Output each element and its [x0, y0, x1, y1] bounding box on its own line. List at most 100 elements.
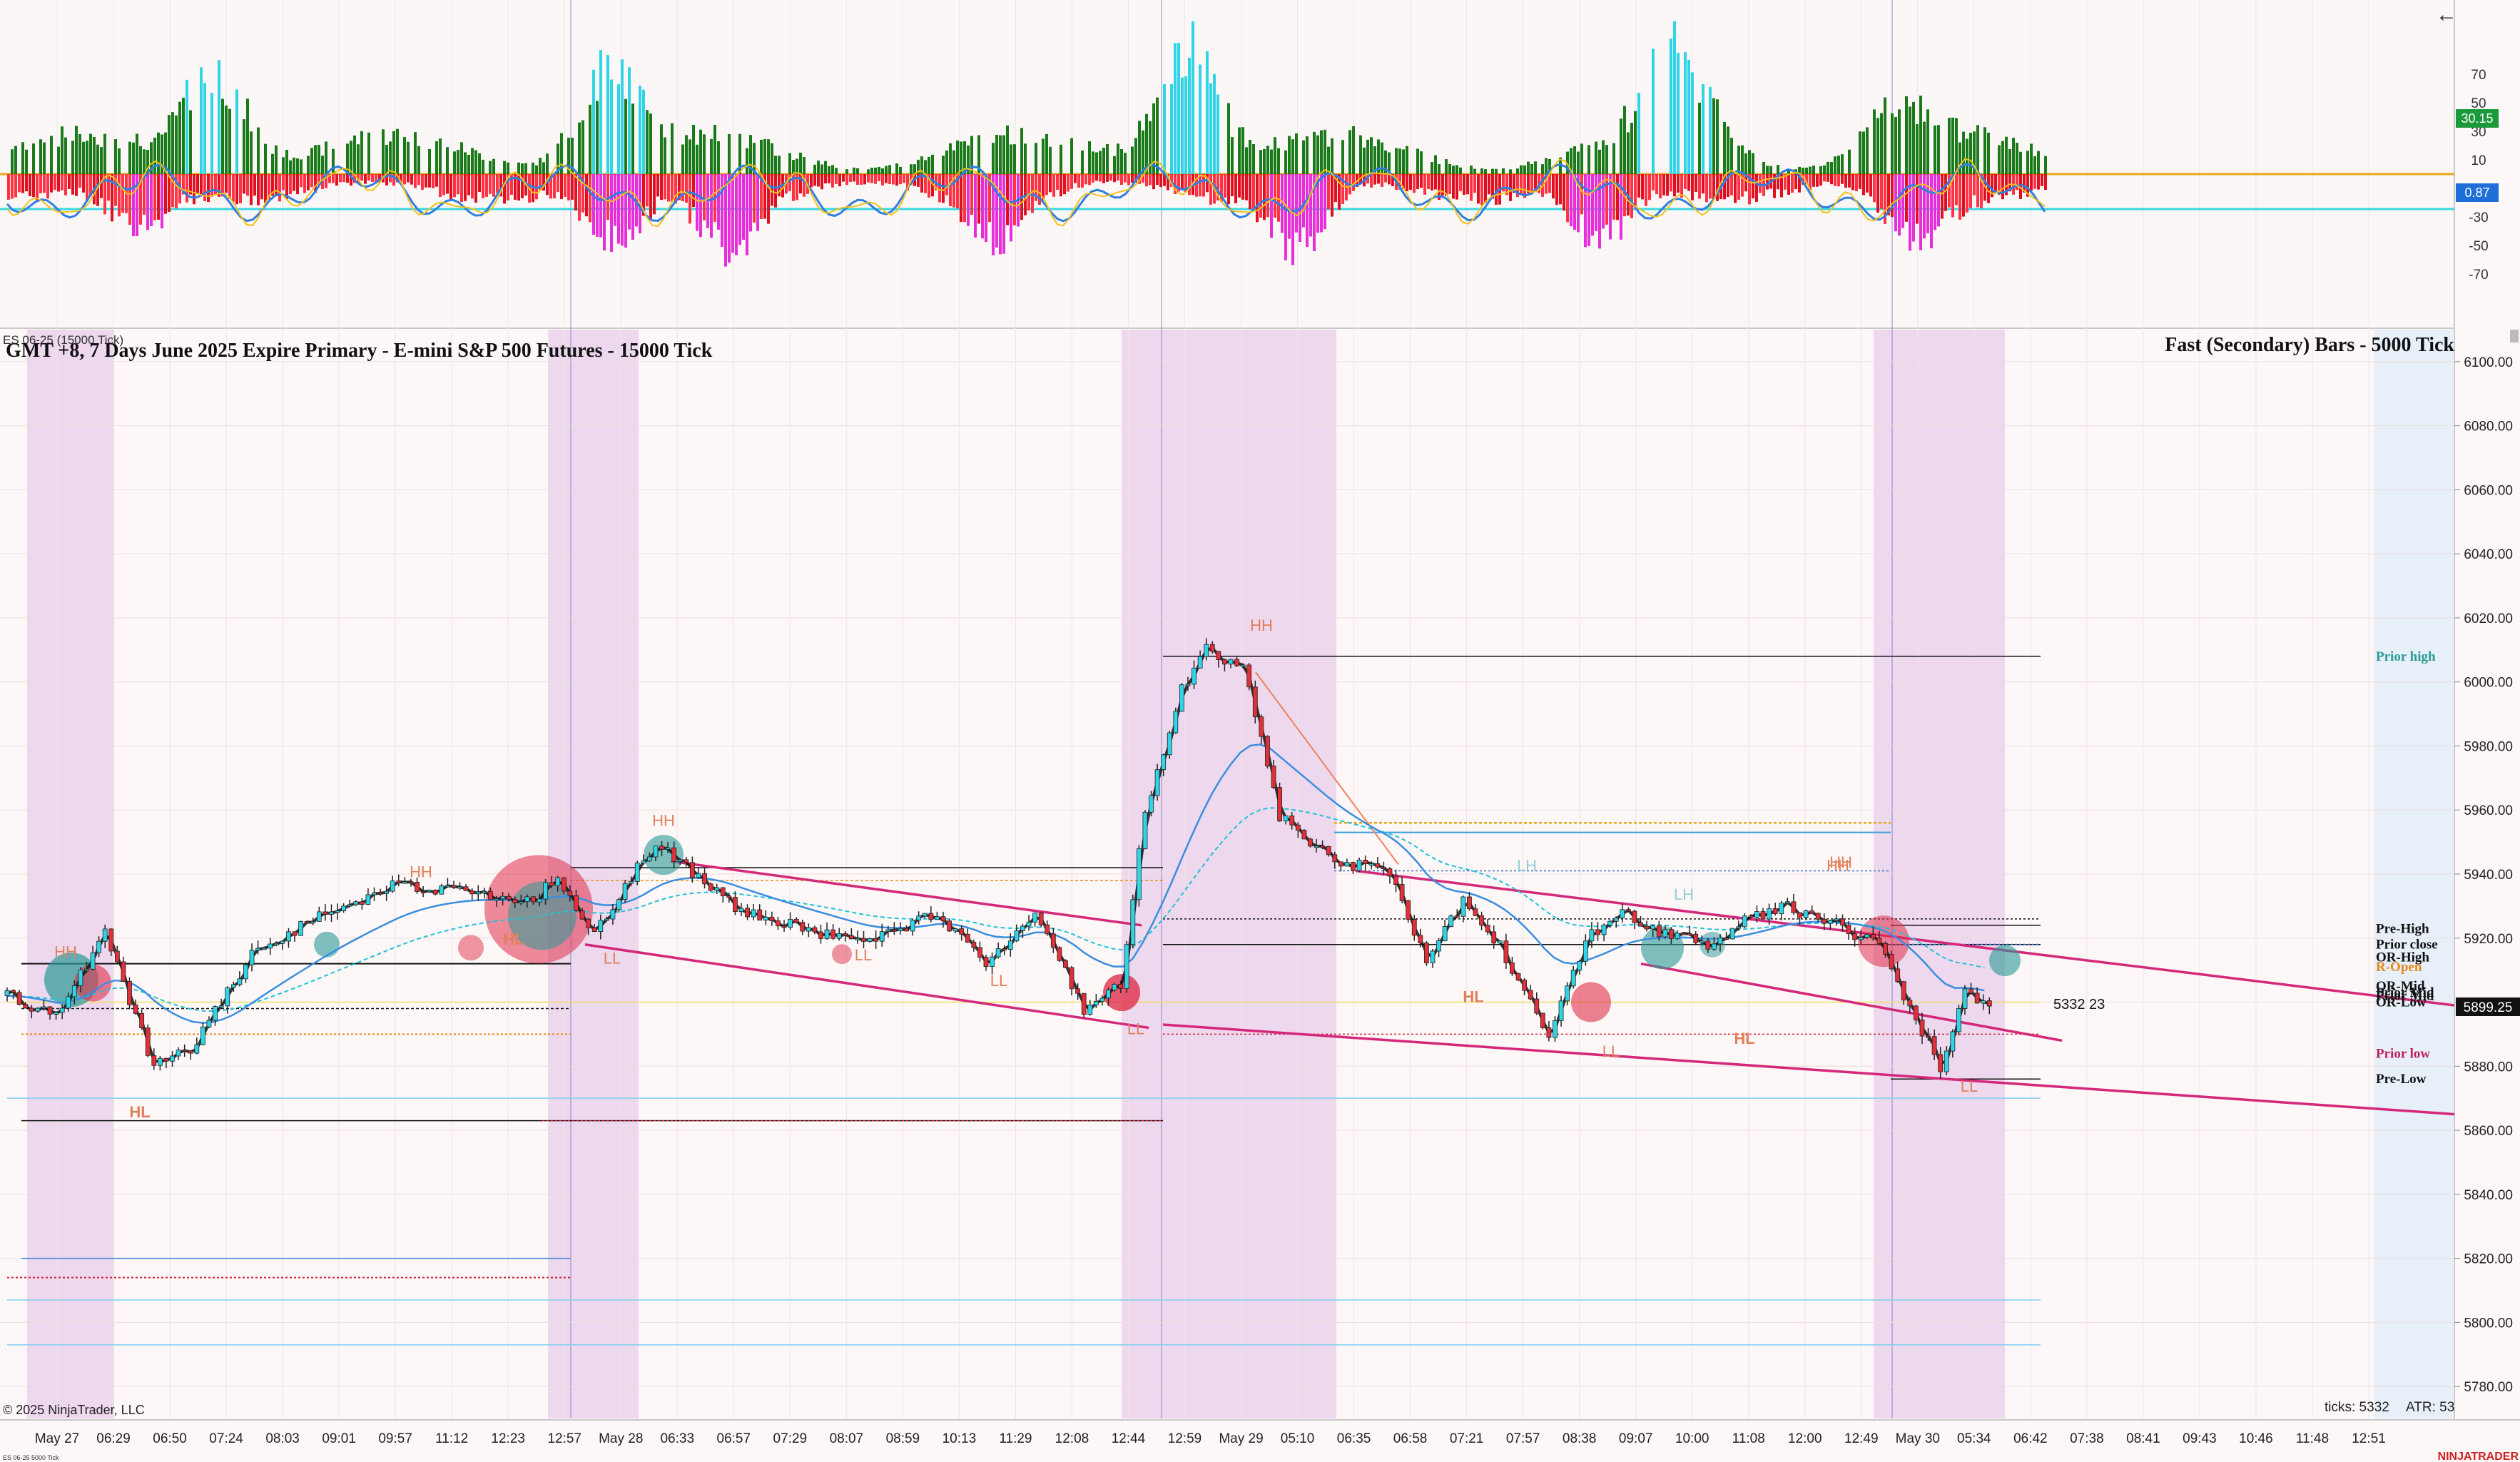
histogram-bar — [1473, 168, 1476, 174]
histogram-bar — [1987, 174, 1990, 203]
histogram-bar — [1598, 149, 1601, 174]
histogram-bar — [1074, 174, 1077, 183]
level-label: Pre-Low — [2376, 1072, 2427, 1087]
candle-body — [1161, 754, 1167, 771]
candle-body — [255, 948, 260, 951]
histogram-bar — [1106, 143, 1109, 174]
histogram-bar — [1812, 166, 1815, 174]
histogram-bar — [1277, 148, 1280, 174]
histogram-bar — [828, 174, 830, 183]
histogram-bar — [1580, 143, 1583, 174]
histogram-bar — [1919, 174, 1922, 250]
histogram-bar — [1612, 174, 1615, 220]
histogram-bar — [157, 132, 160, 174]
histogram-bar — [774, 174, 777, 208]
histogram-bar — [507, 162, 509, 174]
trading-chart[interactable]: HHHHHLLLHHHLLLHHLLLLHHLHLHHLLLHLHHLL Pri… — [0, 0, 2520, 1462]
histogram-bar — [1145, 174, 1148, 187]
histogram-bar — [842, 174, 845, 182]
histogram-bar — [878, 174, 880, 181]
candle-body — [4, 990, 10, 996]
level-label: Pre-High — [2376, 921, 2429, 936]
histogram-bar — [1602, 140, 1605, 174]
histogram-bar — [1841, 154, 1844, 174]
candle-body — [610, 909, 616, 920]
histogram-bar — [1227, 174, 1230, 205]
price-tick-label: 6100.00 — [2464, 355, 2513, 370]
histogram-bar — [367, 132, 370, 174]
swing-label: HH — [410, 863, 432, 880]
histogram-bar — [1677, 174, 1680, 193]
histogram-bar — [492, 174, 495, 197]
candle-body — [1889, 954, 1894, 970]
histogram-bar — [1145, 113, 1148, 174]
candle-body — [261, 948, 267, 950]
price-tick-label: 6000.00 — [2464, 676, 2513, 691]
histogram-bar — [1620, 118, 1622, 174]
histogram-bar — [1652, 174, 1655, 191]
time-tick-label: May 30 — [1896, 1431, 1940, 1446]
swing-label: LL — [1961, 1077, 1978, 1095]
histogram-bar — [103, 133, 106, 174]
histogram-bar — [54, 174, 56, 191]
histogram-bar — [1620, 174, 1622, 240]
histogram-bar — [1288, 136, 1291, 174]
candle-body — [1956, 1008, 1961, 1032]
histogram-bar — [264, 174, 267, 203]
histogram-bar — [2044, 174, 2047, 191]
candle-body — [1938, 1054, 1944, 1072]
histogram-bar — [853, 167, 855, 174]
candle-body — [1944, 1050, 1949, 1072]
candle-body — [1112, 984, 1117, 990]
oscillator-value-text: 30.15 — [2461, 111, 2493, 126]
histogram-bar — [1488, 174, 1490, 195]
histogram-bar — [849, 174, 852, 182]
histogram-bar — [1559, 174, 1562, 205]
histogram-bar — [1516, 168, 1519, 174]
histogram-bar — [903, 174, 905, 183]
histogram-bar — [1987, 132, 1990, 174]
histogram-bar — [899, 174, 902, 185]
histogram-bar — [114, 139, 117, 174]
price-tick-label: 6060.00 — [2464, 483, 2513, 498]
histogram-bar — [1388, 174, 1391, 185]
histogram-bar — [367, 174, 370, 181]
histogram-bar — [1484, 174, 1487, 203]
histogram-bar — [1634, 174, 1637, 208]
histogram-bar — [685, 174, 688, 203]
current-price-text: 5899.25 — [2464, 1000, 2513, 1015]
histogram-bar — [928, 156, 930, 174]
histogram-bar — [767, 139, 770, 174]
histogram-bar — [1484, 169, 1487, 174]
candle-body — [1699, 940, 1704, 943]
candle-body — [1858, 937, 1864, 940]
candle-body — [1876, 938, 1882, 944]
histogram-bar — [1316, 135, 1319, 174]
swing-label: LL — [855, 946, 872, 964]
candle-body — [1167, 732, 1172, 756]
histogram-bar — [11, 149, 14, 174]
candle-body — [451, 885, 457, 888]
candle-body — [213, 1006, 218, 1021]
histogram-bar — [696, 174, 698, 231]
histogram-bar — [1060, 144, 1062, 174]
candle-body — [702, 873, 707, 885]
candle-body — [1736, 926, 1742, 929]
histogram-bar — [1473, 174, 1476, 193]
histogram-bar — [478, 174, 481, 193]
histogram-bar — [200, 174, 203, 195]
histogram-bar — [778, 156, 781, 174]
time-tick-label: May 27 — [35, 1431, 79, 1446]
back-arrow-icon[interactable]: ← — [2436, 3, 2457, 26]
time-tick-label: 08:59 — [886, 1431, 920, 1446]
scroll-handle[interactable] — [2510, 330, 2519, 342]
histogram-bar — [1630, 174, 1633, 218]
histogram-bar — [342, 174, 345, 183]
volume-bubble — [832, 944, 852, 965]
histogram-bar — [428, 174, 431, 188]
candle-body — [59, 1007, 65, 1013]
histogram-bar — [225, 174, 228, 193]
histogram-bar — [1802, 168, 1804, 174]
candle-body — [1607, 920, 1613, 925]
candle-body — [1712, 943, 1717, 950]
